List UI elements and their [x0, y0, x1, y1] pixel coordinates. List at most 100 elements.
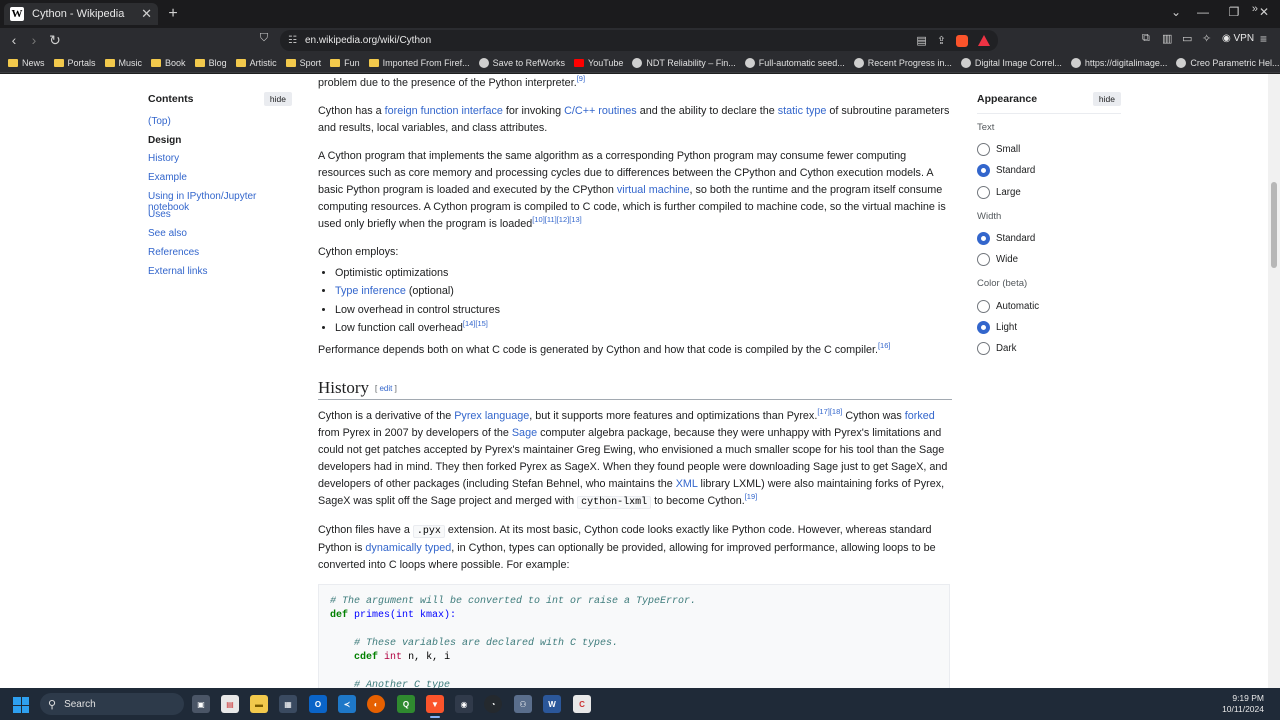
link-pyrex-language[interactable]: Pyrex language: [454, 410, 529, 422]
app-eye-icon[interactable]: ◉: [455, 695, 473, 713]
radio-text-standard[interactable]: Standard: [977, 160, 1122, 181]
site-info-icon[interactable]: ☷: [288, 35, 297, 46]
leo-ai-icon[interactable]: ✧: [1202, 32, 1211, 45]
toc-item-see-also[interactable]: See also: [148, 228, 298, 247]
radio-selected-icon[interactable]: [977, 164, 990, 178]
bookmark-item[interactable]: Imported From Firef...: [368, 58, 470, 68]
menu-icon[interactable]: ≡: [1260, 32, 1267, 46]
tab-search-chevron-icon[interactable]: ⌄: [1167, 5, 1185, 19]
radio-icon[interactable]: [977, 185, 990, 199]
radio-width-standard[interactable]: Standard: [977, 228, 1122, 249]
qgis-icon[interactable]: Q: [397, 695, 415, 713]
link-sage[interactable]: Sage: [512, 427, 537, 439]
sidebar-icon[interactable]: ▥: [1162, 32, 1172, 45]
bookmark-page-icon[interactable]: ⛉: [256, 32, 272, 45]
minimize-button[interactable]: —: [1194, 5, 1212, 19]
bookmark-item[interactable]: Portals: [53, 58, 96, 68]
bookmark-item[interactable]: News: [8, 58, 45, 68]
toc-item-history[interactable]: History: [148, 153, 298, 172]
tab-close-icon[interactable]: ✕: [141, 6, 152, 22]
toc-item-example[interactable]: Example: [148, 172, 298, 191]
radio-width-wide[interactable]: Wide: [977, 249, 1122, 270]
radio-text-small[interactable]: Small: [977, 139, 1122, 160]
page-scrollbar[interactable]: [1268, 74, 1280, 688]
app-people-icon[interactable]: ⚇: [514, 695, 532, 713]
link-static-type[interactable]: static type: [778, 105, 827, 117]
citation[interactable]: [17][18]: [817, 407, 842, 416]
link-foreign-function-interface[interactable]: foreign function interface: [385, 105, 503, 117]
link-virtual-machine[interactable]: virtual machine: [617, 184, 690, 196]
bookmark-item[interactable]: Fun: [330, 58, 360, 68]
store-icon[interactable]: ▦: [279, 695, 297, 713]
file-explorer-icon[interactable]: ▬: [250, 695, 268, 713]
address-bar[interactable]: ☷ en.wikipedia.org/wiki/Cython ▤ ⇪: [280, 30, 998, 51]
task-view-icon[interactable]: ▣: [192, 695, 210, 713]
reload-button[interactable]: ↻: [47, 32, 63, 49]
citation[interactable]: [9]: [577, 74, 585, 83]
brave-rewards-icon[interactable]: [978, 35, 990, 46]
vscode-icon[interactable]: ≺: [338, 695, 356, 713]
outlook-icon[interactable]: O: [309, 695, 327, 713]
toc-hide-button[interactable]: hide: [263, 92, 292, 106]
toc-item-ipython[interactable]: Using in IPython/Jupyter notebook: [148, 191, 298, 213]
taskbar-search[interactable]: ⚲ Search: [40, 693, 184, 715]
wallet-icon[interactable]: ▭: [1182, 32, 1192, 45]
forward-button[interactable]: ›: [26, 32, 42, 48]
radio-selected-icon[interactable]: [977, 320, 990, 334]
bookmark-item[interactable]: NDT Reliability – Fin...: [632, 57, 736, 68]
bookmarks-overflow-icon[interactable]: »: [1252, 3, 1258, 15]
toc-item-uses[interactable]: Uses: [148, 209, 298, 228]
radio-color-automatic[interactable]: Automatic: [977, 295, 1122, 316]
tab-cython-wikipedia[interactable]: W Cython - Wikipedia ✕: [4, 3, 158, 25]
toc-item-external-links[interactable]: External links: [148, 266, 298, 285]
bookmark-item[interactable]: Creo Parametric Hel...: [1176, 57, 1279, 68]
brave-shields-icon[interactable]: [956, 34, 968, 47]
scrollbar-thumb[interactable]: [1271, 182, 1277, 268]
citation[interactable]: [16]: [878, 341, 891, 350]
bookmark-item[interactable]: Digital Image Correl...: [960, 57, 1062, 68]
brave-icon[interactable]: ▼: [426, 695, 444, 713]
bookmark-item[interactable]: Sport: [285, 58, 321, 68]
toc-item-references[interactable]: References: [148, 247, 298, 266]
bookmark-item[interactable]: Save to RefWorks: [478, 57, 565, 68]
toc-item-design[interactable]: Design: [148, 135, 298, 154]
bookmark-item[interactable]: Full-automatic seed...: [744, 57, 845, 68]
radio-icon[interactable]: [977, 299, 990, 313]
citation[interactable]: [19]: [745, 492, 758, 501]
word-icon[interactable]: W: [543, 695, 561, 713]
edit-link[interactable]: edit: [379, 384, 392, 393]
appearance-hide-button[interactable]: hide: [1092, 92, 1121, 106]
system-clock[interactable]: 9:19 PM 10/11/2024: [1222, 693, 1264, 715]
link-dynamically-typed[interactable]: dynamically typed: [365, 542, 451, 554]
radio-icon[interactable]: [977, 143, 990, 157]
bookmark-item[interactable]: https://digitalimage...: [1070, 57, 1167, 68]
share-icon[interactable]: ⇪: [937, 34, 946, 47]
bookmark-item[interactable]: Blog: [194, 58, 227, 68]
bookmark-item[interactable]: Recent Progress in...: [853, 57, 952, 68]
toc-item-top[interactable]: (Top): [148, 116, 298, 135]
link-xml[interactable]: XML: [676, 478, 698, 490]
radio-icon[interactable]: [977, 253, 990, 267]
link-forked[interactable]: forked: [905, 410, 935, 422]
reader-mode-icon[interactable]: ▤: [916, 34, 926, 47]
firefox-icon[interactable]: ◐: [367, 695, 385, 713]
vpn-button[interactable]: ◉ VPN: [1222, 33, 1254, 44]
radio-color-dark[interactable]: Dark: [977, 338, 1122, 359]
bookmark-item[interactable]: Artistic: [235, 58, 277, 68]
link-type-inference[interactable]: Type inference: [335, 285, 406, 297]
radio-color-light[interactable]: Light: [977, 317, 1122, 338]
app-pdf-icon-2[interactable]: C: [573, 695, 591, 713]
restore-button[interactable]: ❐: [1225, 5, 1243, 19]
windows-start-icon[interactable]: [13, 697, 29, 713]
bookmark-item[interactable]: Book: [151, 58, 186, 68]
bookmark-item[interactable]: Music: [104, 58, 142, 68]
citation[interactable]: [10][11][12][13]: [532, 215, 581, 224]
bookmark-item[interactable]: YouTube: [574, 58, 623, 68]
citation[interactable]: [14][15]: [463, 319, 488, 328]
extensions-icon[interactable]: ⧉: [1142, 32, 1150, 45]
radio-selected-icon[interactable]: [977, 232, 990, 246]
back-button[interactable]: ‹: [6, 32, 22, 48]
code-example[interactable]: # The argument will be converted to int …: [318, 584, 950, 688]
link-c-cpp-routines[interactable]: C/C++ routines: [564, 105, 637, 117]
radio-text-large[interactable]: Large: [977, 182, 1122, 203]
